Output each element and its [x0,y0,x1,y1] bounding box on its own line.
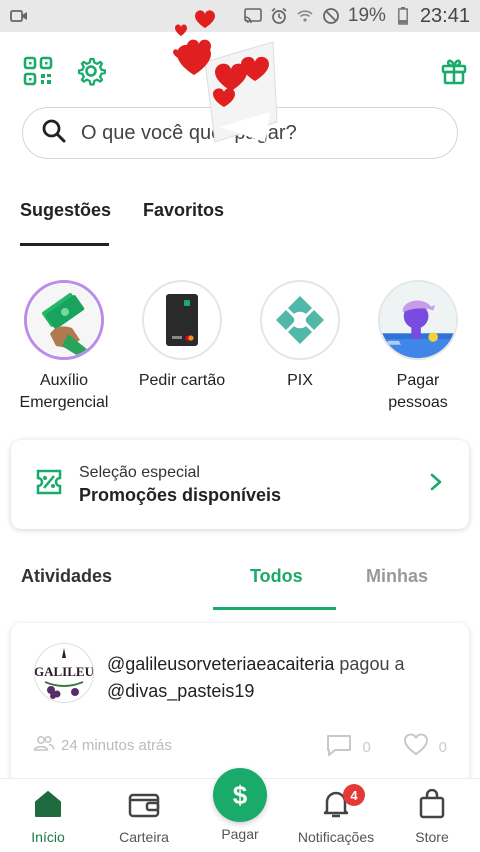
activities-title: Atividades [21,566,113,586]
suggestion-pedir-cartao[interactable]: Pedir cartão [123,280,241,414]
qr-code-button[interactable] [19,52,57,90]
activity-time: 24 minutos atrás [61,736,172,754]
settings-button[interactable] [72,52,110,90]
wallet-icon [128,793,160,818]
alarm-icon [270,7,288,25]
search-input[interactable] [81,121,421,145]
dollar-icon: $ [232,779,248,810]
activity-target[interactable]: @divas_pasteis19 [107,681,254,701]
nav-home[interactable]: Início [0,789,96,845]
nav-wallet[interactable]: Carteira [96,789,192,845]
suggestion-label-line2: Emergencial [19,394,109,411]
home-icon [35,791,61,817]
heart-icon[interactable] [403,733,429,761]
suggestion-label-line1: Pagar [396,372,440,389]
tab-all[interactable]: Todos [250,566,303,587]
nav-notifications[interactable]: 4 Notificações [288,784,384,845]
activity-actor[interactable]: @galileusorveteriaeacaiteria [107,654,334,674]
activity-description: @galileusorveteriaeacaiteria pagou a @di… [107,651,447,705]
pix-icon [260,280,340,360]
comment-count: 0 [362,738,371,756]
nav-store-label: Store [415,829,449,845]
suggestion-label-line1: PIX [287,372,313,389]
nav-wallet-label: Carteira [119,829,169,845]
wifi-icon [296,7,314,25]
tab-suggestions[interactable]: Sugestões [20,200,111,246]
like-count: 0 [438,738,447,756]
search-bar[interactable] [22,107,458,159]
gift-button[interactable] [435,52,473,90]
active-tab-indicator [213,607,336,610]
tab-favorites[interactable]: Favoritos [143,200,224,246]
suggestion-auxilio-emergencial[interactable]: Auxílio Emergencial [5,280,123,414]
suggestion-label-line2: pessoas [388,394,448,411]
shopping-bag-icon [419,789,445,819]
activity-actions: 0 0 [326,733,447,761]
activities-header: Atividades Todos Minhas [0,555,480,611]
people-icon [33,735,55,755]
cast-icon [244,7,262,25]
avatar[interactable]: GALILEU [34,643,94,703]
suggestions-tabs: Sugestões Favoritos [20,200,224,246]
activity-action: pagou a [339,654,405,674]
money-hand-icon [24,280,104,360]
pay-button[interactable]: $ [213,768,267,822]
video-camera-icon [10,7,28,25]
gear-icon [77,57,106,86]
battery-percent: 19% [347,5,386,26]
status-bar: 19% 23:41 [0,0,480,32]
discount-tag-icon [35,468,63,501]
battery-icon [394,7,412,25]
pay-label: Pagar [221,826,259,842]
suggestion-pix[interactable]: PIX [241,280,359,414]
comment-icon[interactable] [326,733,352,761]
nav-notifications-label: Notificações [297,829,375,845]
suggestion-label-line1: Pedir cartão [138,372,226,389]
do-not-disturb-icon [322,7,340,25]
activity-meta: 24 minutos atrás [33,735,172,755]
person-illustration-icon [378,280,458,360]
nav-store[interactable]: Store [384,789,480,845]
chevron-right-icon [429,472,443,497]
clock-time: 23:41 [419,4,470,27]
tab-mine[interactable]: Minhas [366,566,428,587]
search-icon [41,118,67,149]
promo-subtitle: Seleção especial [79,463,200,481]
suggestion-pagar-pessoas[interactable]: Pagar pessoas [359,280,477,414]
gift-icon [441,59,467,85]
suggestion-label-line1: Auxílio [39,372,89,389]
promotions-card[interactable]: Seleção especial Promoções disponíveis [11,440,469,529]
app-header [0,48,480,94]
suggestions-row: Auxílio Emergencial Pedir cartão PIX Pag… [0,280,480,414]
qr-code-icon [23,56,53,86]
activity-card[interactable]: GALILEU @galileusorveteriaeacaiteria pag… [11,623,469,783]
card-icon [142,280,222,360]
avatar-logo-text: GALILEU [35,664,93,679]
notification-badge: 4 [343,784,365,806]
promo-title: Promoções disponíveis [79,484,282,505]
nav-home-label: Início [31,829,65,845]
